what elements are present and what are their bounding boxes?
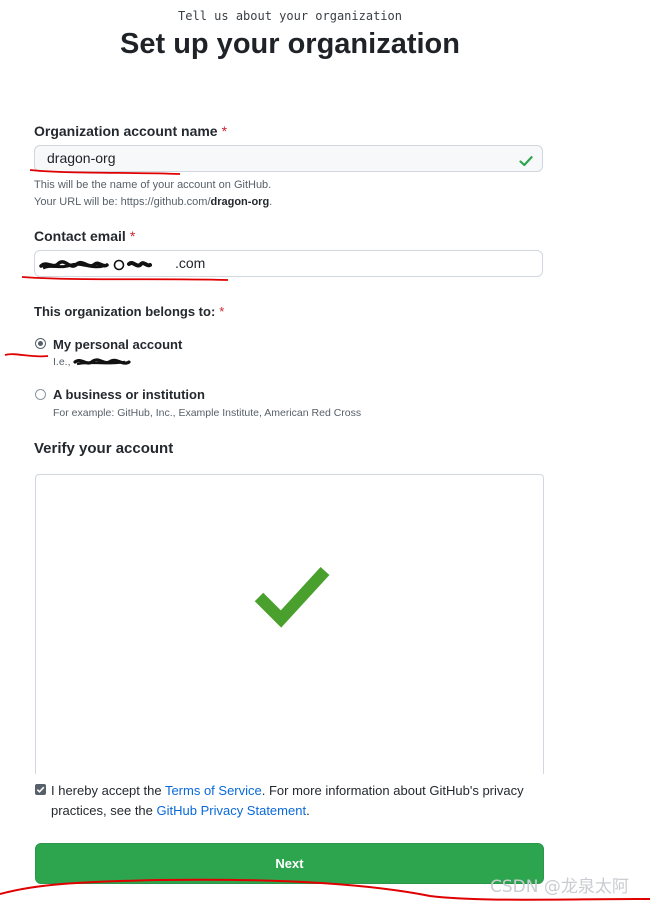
- terms-text: I hereby accept the Terms of Service. Fo…: [51, 781, 541, 821]
- option-personal-title[interactable]: My personal account: [53, 337, 182, 352]
- org-name-note: This will be the name of your account on…: [34, 179, 272, 191]
- required-mark: *: [221, 123, 228, 139]
- org-name-value: dragon-org: [47, 150, 116, 166]
- redaction-scribble: [73, 358, 132, 366]
- contact-email-label-text: Contact email: [34, 228, 126, 244]
- belongs-to-label-text: This organization belongs to:: [34, 304, 216, 319]
- watermark: CSDN @龙泉太阿: [490, 877, 629, 897]
- redaction-scribble: [37, 256, 157, 282]
- annotation-underline: [4, 353, 49, 358]
- belongs-to-label: This organization belongs to: *: [34, 304, 224, 319]
- checkmark-icon: [36, 786, 45, 793]
- option-business-title[interactable]: A business or institution: [53, 387, 205, 402]
- terms-text-3: .: [306, 803, 310, 818]
- org-url-suffix: .: [269, 196, 273, 208]
- contact-email-input[interactable]: .com: [34, 250, 543, 277]
- check-icon: [253, 563, 331, 634]
- contact-email-value-suffix: .com: [175, 255, 206, 271]
- terms-checkbox[interactable]: [35, 784, 46, 795]
- option-personal-subtitle: I.e.,: [53, 356, 133, 368]
- page-title: Set up your organization: [120, 28, 460, 60]
- org-name-label: Organization account name *: [34, 123, 227, 139]
- org-name-input[interactable]: dragon-org: [34, 145, 543, 172]
- terms-of-service-link[interactable]: Terms of Service: [165, 783, 262, 798]
- page-kicker: Tell us about your organization: [178, 9, 402, 23]
- org-url-slug: dragon-org: [210, 196, 270, 208]
- option-personal-subtitle-text: I.e.,: [53, 356, 71, 368]
- verify-heading: Verify your account: [34, 440, 174, 457]
- privacy-statement-link[interactable]: GitHub Privacy Statement: [157, 803, 307, 818]
- org-url-prefix: Your URL will be: https://github.com/: [34, 196, 211, 208]
- contact-email-label: Contact email *: [34, 228, 135, 244]
- check-icon: [519, 151, 533, 176]
- terms-text-1: I hereby accept the: [51, 783, 165, 798]
- radio-business[interactable]: [35, 389, 46, 400]
- option-business-subtitle: For example: GitHub, Inc., Example Insti…: [53, 407, 362, 419]
- org-url-note: Your URL will be: https://github.com/dra…: [34, 196, 272, 208]
- captcha-frame[interactable]: [35, 474, 544, 774]
- required-mark: *: [129, 228, 136, 244]
- org-name-label-text: Organization account name: [34, 123, 218, 139]
- radio-personal-account[interactable]: [35, 338, 46, 349]
- next-button[interactable]: Next: [35, 843, 544, 884]
- required-mark: *: [219, 304, 225, 319]
